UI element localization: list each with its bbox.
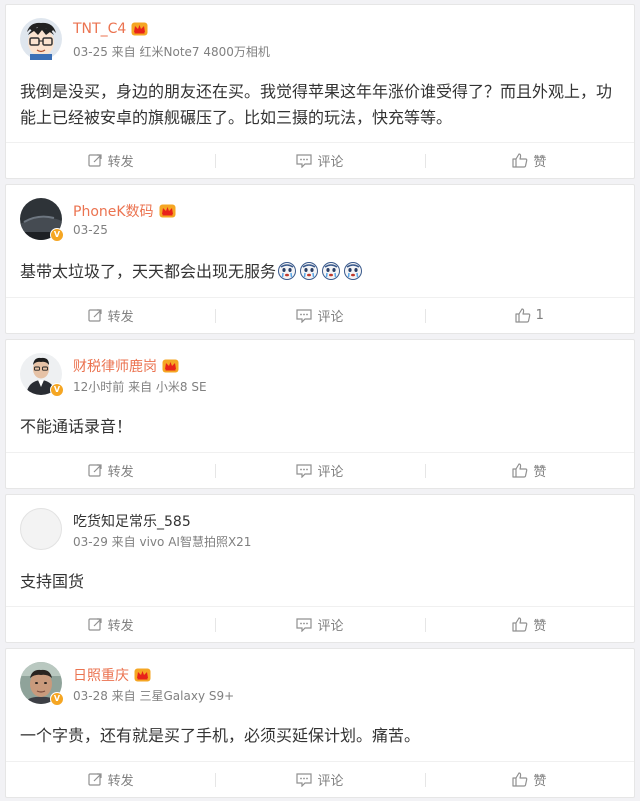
thumbs-up-icon [512, 153, 528, 168]
comment-meta: 03-25 [73, 223, 108, 237]
repost-button[interactable]: 转发 [6, 298, 215, 333]
comment-card: V PhoneK数码 03-25 基带太垃圾了，天天都会出现无服务 转发 评论 … [5, 184, 635, 334]
comment-text: 支持国货 [20, 572, 85, 591]
action-bar: 转发 评论 赞 [6, 142, 634, 178]
like-button[interactable]: 1 [424, 298, 634, 333]
vip-crown-icon[interactable] [162, 359, 179, 373]
repost-label: 转发 [107, 310, 134, 325]
thumbs-up-icon [512, 617, 528, 632]
like-button[interactable]: 赞 [424, 453, 634, 488]
comment-label: 评论 [317, 774, 344, 789]
comment-icon [296, 153, 313, 168]
repost-label: 转发 [107, 774, 134, 789]
avatar[interactable] [20, 18, 62, 60]
repost-label: 转发 [107, 619, 134, 634]
comment-button[interactable]: 评论 [215, 143, 424, 178]
thumbs-up-icon [512, 463, 528, 478]
verified-badge-icon: V [50, 692, 64, 706]
like-label: 赞 [533, 774, 547, 789]
thumbs-up-icon [515, 308, 531, 323]
username[interactable]: 吃货知足常乐_585 [73, 511, 191, 531]
comment-icon [296, 617, 313, 632]
like-button[interactable]: 赞 [424, 762, 634, 797]
comment-label: 评论 [317, 465, 344, 480]
comment-card: V 财税律师鹿岗 12小时前 来自 小米8 SE 不能通话录音！ 转发 评论 赞 [5, 339, 635, 489]
verified-badge-icon: V [50, 228, 64, 242]
cartoon-avatar-icon [20, 18, 62, 60]
crying-face-icon [278, 262, 297, 280]
username[interactable]: PhoneK数码 [73, 201, 154, 221]
avatar[interactable] [20, 508, 62, 550]
default-avatar-icon [20, 508, 62, 550]
comment-card: V 日照重庆 03-28 来自 三星Galaxy S9+ 一个字贵，还有就是买了… [5, 648, 635, 798]
comment-icon [296, 772, 313, 787]
comment-meta: 12小时前 来自 小米8 SE [73, 380, 207, 394]
verified-badge-icon: V [50, 383, 64, 397]
like-button[interactable]: 赞 [424, 143, 634, 178]
comment-text: 一个字贵，还有就是买了手机，必须买延保计划。痛苦。 [20, 726, 421, 745]
comment-meta: 03-25 来自 红米Note7 4800万相机 [73, 45, 270, 59]
repost-label: 转发 [107, 155, 134, 170]
avatar[interactable]: V [20, 198, 64, 242]
comment-meta: 03-29 来自 vivo AI智慧拍照X21 [73, 535, 252, 549]
action-bar: 转发 评论 1 [6, 297, 634, 333]
comment-label: 评论 [317, 310, 344, 325]
comment-label: 评论 [317, 619, 344, 634]
like-label: 赞 [533, 465, 547, 480]
repost-button[interactable]: 转发 [6, 607, 215, 642]
action-bar: 转发 评论 赞 [6, 761, 634, 797]
avatar[interactable]: V [20, 353, 64, 397]
action-bar: 转发 评论 赞 [6, 606, 634, 642]
like-button[interactable]: 赞 [424, 607, 634, 642]
username[interactable]: TNT_C4 [73, 21, 126, 37]
crying-face-icon [344, 262, 363, 280]
comment-label: 评论 [317, 155, 344, 170]
repost-button[interactable]: 转发 [6, 762, 215, 797]
comment-icon [296, 463, 313, 478]
comment-meta: 03-28 来自 三星Galaxy S9+ [73, 689, 235, 703]
comment-card: TNT_C4 03-25 来自 红米Note7 4800万相机 我倒是没买，身边… [5, 4, 635, 179]
comment-card: 吃货知足常乐_585 03-29 来自 vivo AI智慧拍照X21 支持国货 … [5, 494, 635, 643]
comment-text: 不能通话录音！ [20, 417, 133, 436]
like-label: 赞 [533, 619, 547, 634]
vip-crown-icon[interactable] [134, 668, 151, 682]
username[interactable]: 日照重庆 [73, 665, 129, 685]
action-bar: 转发 评论 赞 [6, 452, 634, 488]
comment-icon [296, 308, 313, 323]
repost-button[interactable]: 转发 [6, 143, 215, 178]
comment-text: 我倒是没买，身边的朋友还在买。我觉得苹果这年年涨价谁受得了？而且外观上，功能上已… [20, 82, 613, 127]
username[interactable]: 财税律师鹿岗 [73, 356, 157, 376]
vip-crown-icon[interactable] [159, 204, 176, 218]
comment-button[interactable]: 评论 [215, 607, 424, 642]
like-count: 1 [535, 308, 544, 323]
repost-label: 转发 [107, 465, 134, 480]
comment-text: 基带太垃圾了，天天都会出现无服务 [20, 259, 620, 285]
thumbs-up-icon [512, 772, 528, 787]
crying-face-icon [322, 262, 341, 280]
avatar[interactable]: V [20, 662, 64, 706]
comment-text-body: 基带太垃圾了，天天都会出现无服务 [20, 262, 277, 281]
crying-face-icon [300, 262, 319, 280]
repost-icon [88, 154, 102, 167]
comment-button[interactable]: 评论 [215, 298, 424, 333]
repost-button[interactable]: 转发 [6, 453, 215, 488]
repost-icon [88, 464, 102, 477]
repost-icon [88, 309, 102, 322]
vip-crown-icon[interactable] [131, 22, 148, 36]
repost-icon [88, 618, 102, 631]
like-label: 赞 [533, 155, 547, 170]
comment-button[interactable]: 评论 [215, 762, 424, 797]
comment-button[interactable]: 评论 [215, 453, 424, 488]
repost-icon [88, 773, 102, 786]
emoji-group [278, 262, 363, 280]
